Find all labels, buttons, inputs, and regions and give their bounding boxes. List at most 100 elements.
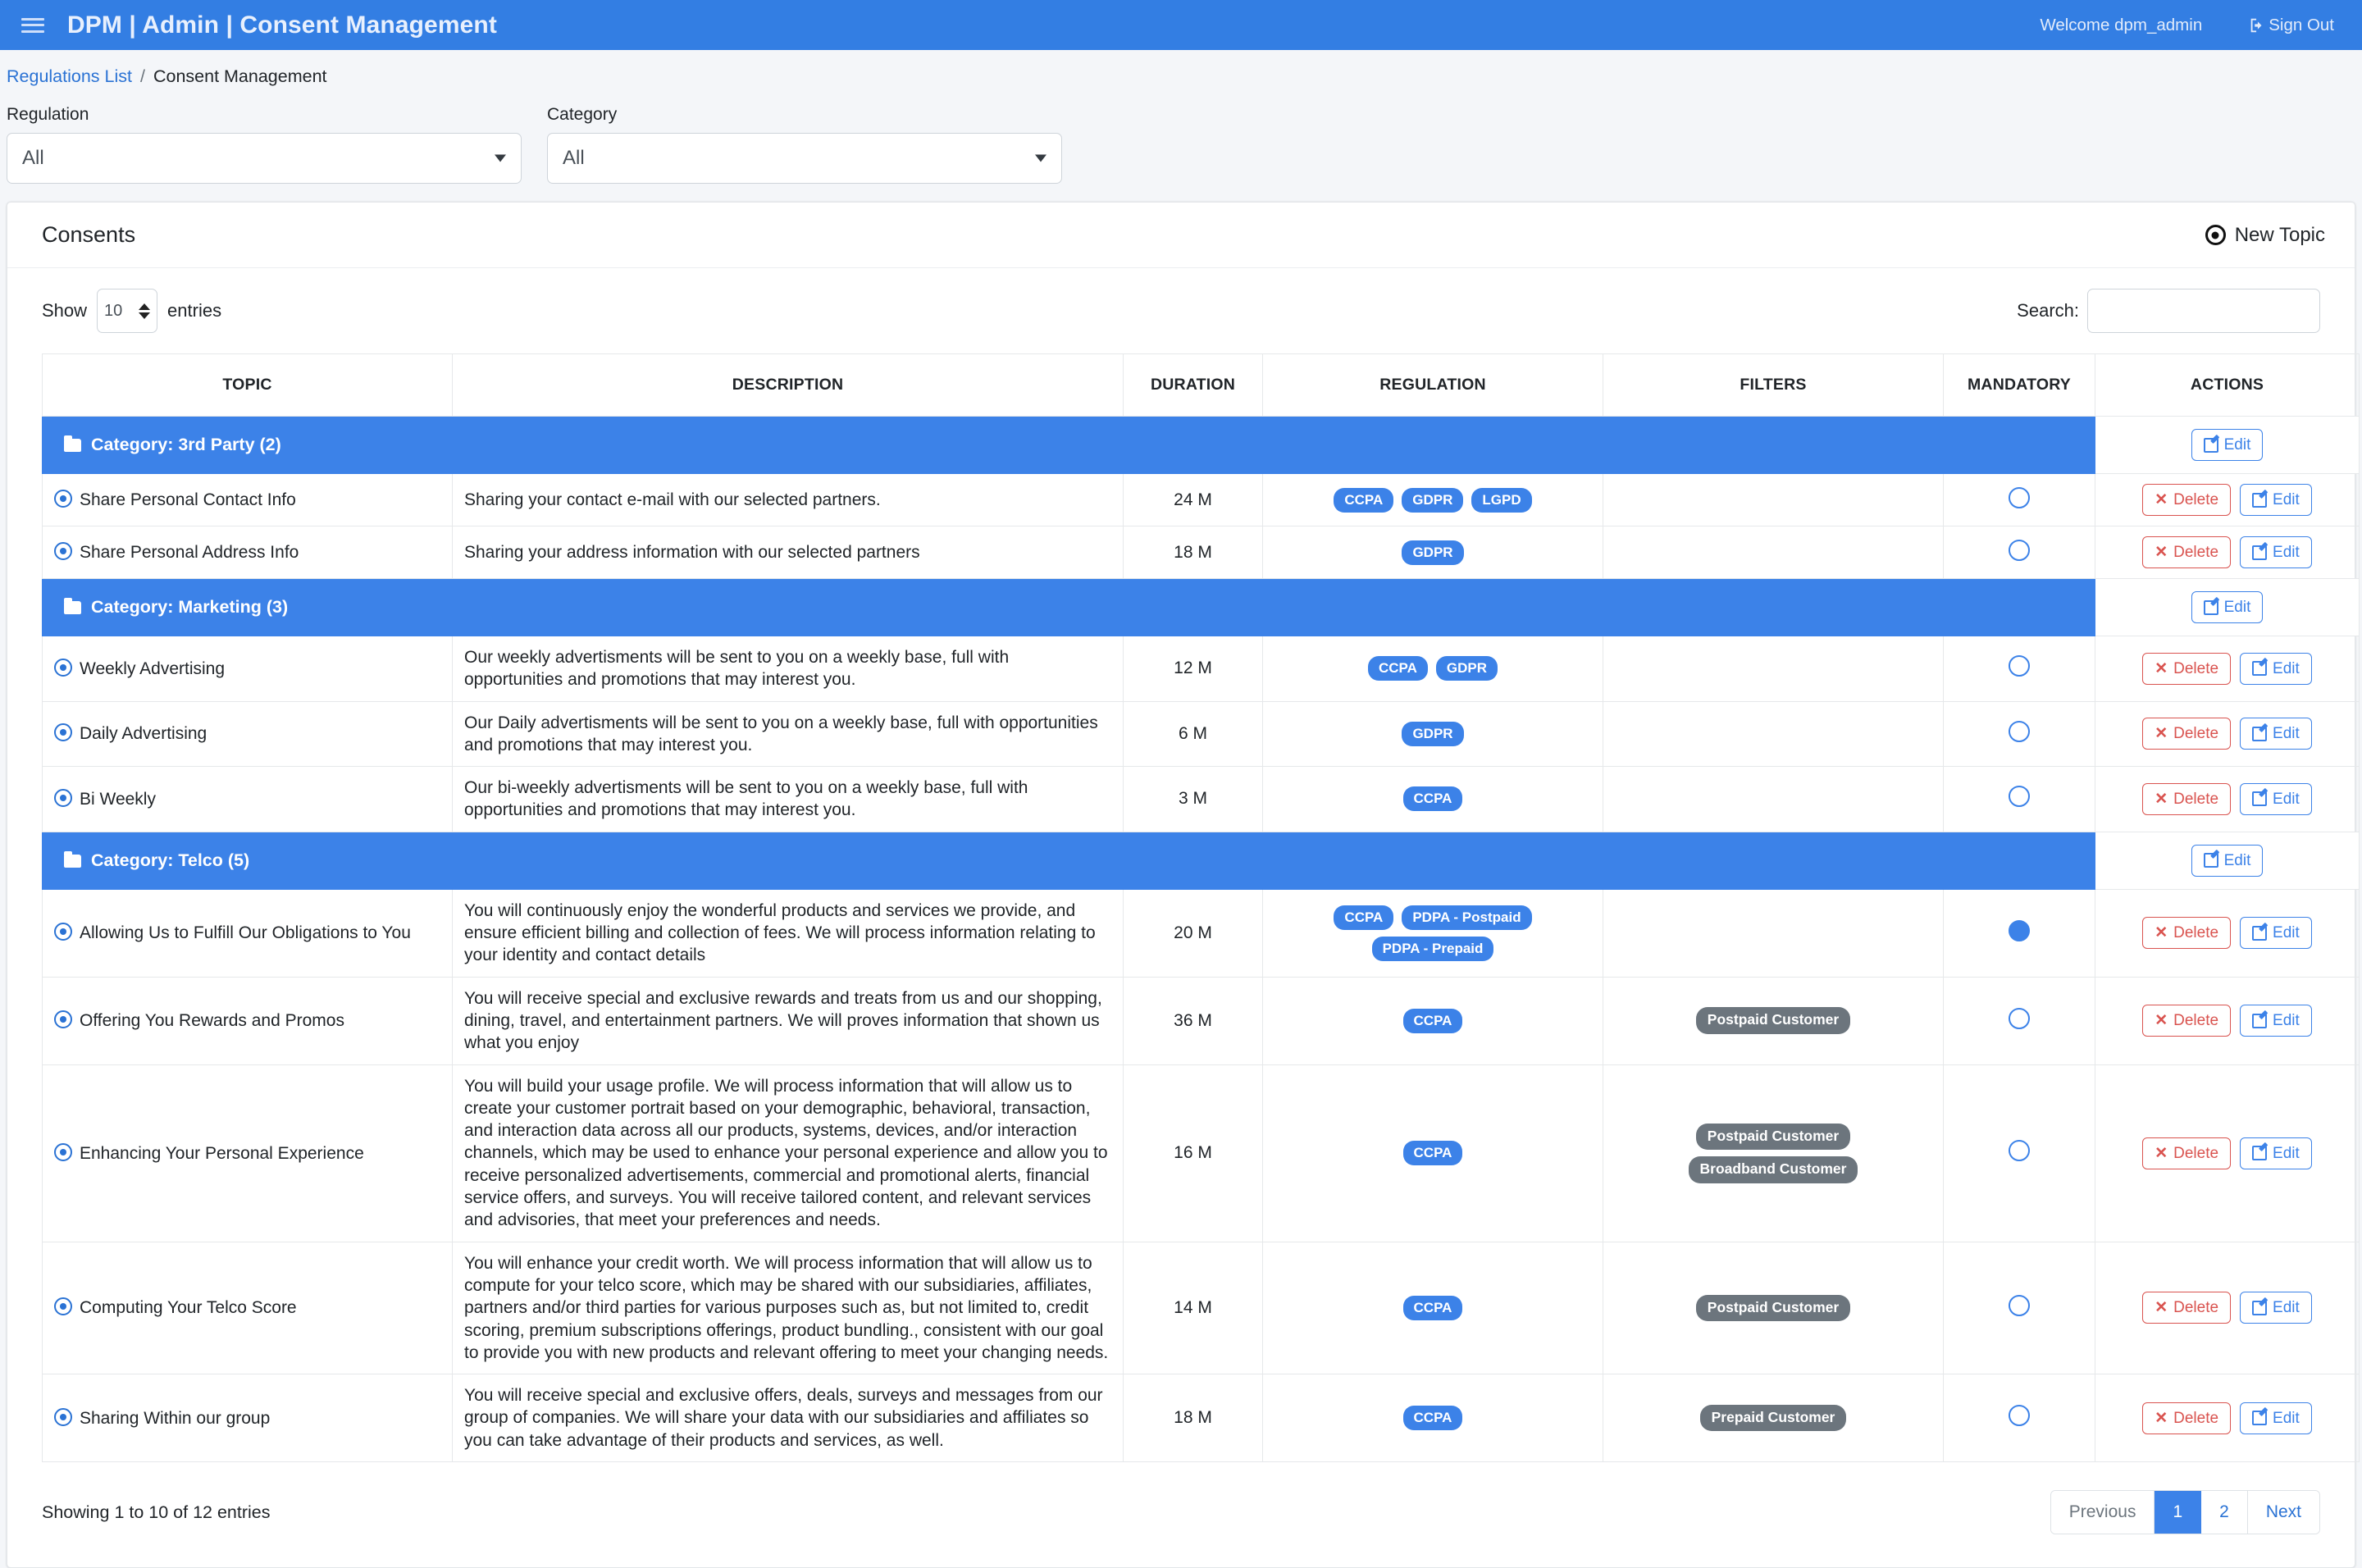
stepper-down-icon[interactable] — [139, 312, 151, 319]
chevron-down-icon — [495, 154, 506, 162]
regulation-badge: CCPA — [1334, 487, 1394, 513]
category-label: Category: 3rd Party (2) — [91, 435, 281, 454]
edit-button[interactable]: Edit — [2191, 429, 2264, 461]
row-actions: ✕ Delete Edit — [2107, 536, 2347, 568]
edit-button[interactable]: Edit — [2240, 1402, 2312, 1434]
topic-bullseye-icon — [54, 788, 72, 807]
mandatory-radio[interactable] — [2009, 720, 2030, 742]
cell-description: Our bi-weekly advertisments will be sent… — [452, 766, 1124, 832]
stepper-up-icon[interactable] — [139, 303, 151, 310]
pagination-next[interactable]: Next — [2247, 1491, 2319, 1534]
table-row: Computing Your Telco Score You will enhan… — [42, 1241, 2360, 1375]
mandatory-radio[interactable] — [2009, 1007, 2030, 1029]
delete-button[interactable]: ✕ Delete — [2142, 1402, 2232, 1434]
regulation-select[interactable]: All — [7, 133, 522, 184]
welcome-text: Welcome dpm_admin — [2040, 15, 2203, 34]
header-duration: DURATION — [1123, 353, 1263, 417]
pagination-previous[interactable]: Previous — [2050, 1491, 2155, 1534]
regulation-badges: CCPA — [1274, 1141, 1591, 1166]
regulation-badges: GDPR — [1274, 540, 1591, 565]
topic-name: Sharing Within our group — [80, 1408, 271, 1428]
entries-per-page-input[interactable]: 10 — [97, 289, 158, 333]
edit-button[interactable]: Edit — [2240, 1005, 2312, 1037]
table-row: Offering You Rewards and Promos You will … — [42, 976, 2360, 1065]
breadcrumb-current: Consent Management — [153, 66, 327, 86]
topic-name: Share Personal Address Info — [80, 543, 299, 562]
cell-duration: 36 M — [1123, 976, 1263, 1065]
delete-button[interactable]: ✕ Delete — [2142, 782, 2232, 815]
search-control: Search: — [2017, 289, 2320, 333]
delete-button[interactable]: ✕ Delete — [2142, 917, 2232, 950]
close-icon: ✕ — [2155, 924, 2168, 942]
edit-label: Edit — [2273, 544, 2300, 561]
close-icon: ✕ — [2155, 1144, 2168, 1162]
sign-out-button[interactable]: Sign Out — [2248, 16, 2334, 35]
show-entries-prefix: Show — [42, 300, 88, 321]
filter-badges: Postpaid Customer Broadband Customer — [1615, 1123, 1931, 1183]
regulation-badge: CCPA — [1402, 1008, 1463, 1033]
cell-mandatory — [1943, 976, 2095, 1065]
delete-button[interactable]: ✕ Delete — [2142, 1292, 2232, 1324]
mandatory-radio[interactable] — [2009, 486, 2030, 508]
cell-filters — [1603, 700, 1944, 768]
delete-button[interactable]: ✕ Delete — [2142, 718, 2232, 750]
folder-icon — [64, 850, 81, 868]
edit-button[interactable]: Edit — [2191, 844, 2264, 877]
edit-label: Edit — [2273, 1299, 2300, 1317]
delete-button[interactable]: ✕ Delete — [2142, 484, 2232, 516]
edit-button[interactable]: Edit — [2191, 591, 2264, 623]
edit-button[interactable]: Edit — [2240, 1292, 2312, 1324]
edit-button[interactable]: Edit — [2240, 484, 2312, 516]
sign-out-label: Sign Out — [2269, 15, 2334, 34]
pagination-page-2[interactable]: 2 — [2201, 1491, 2248, 1534]
category-filter-label: Category — [547, 105, 618, 124]
hamburger-icon[interactable] — [21, 16, 44, 35]
regulation-badges: CCPA PDPA - Postpaid PDPA - Prepaid — [1274, 905, 1591, 961]
mandatory-radio[interactable] — [2009, 539, 2030, 561]
delete-label: Delete — [2173, 924, 2219, 942]
mandatory-radio[interactable] — [2009, 919, 2030, 941]
search-input[interactable] — [2087, 289, 2320, 333]
show-entries-suffix: entries — [167, 300, 222, 321]
delete-button[interactable]: ✕ Delete — [2142, 1005, 2232, 1037]
edit-button[interactable]: Edit — [2240, 1137, 2312, 1169]
close-icon: ✕ — [2155, 491, 2168, 508]
breadcrumb: Regulations List / Consent Management — [0, 50, 2362, 87]
category-select[interactable]: All — [547, 133, 1062, 184]
category-actions: Edit — [2107, 429, 2347, 461]
filter-badges: Postpaid Customer — [1615, 1007, 1931, 1034]
edit-button[interactable]: Edit — [2240, 718, 2312, 750]
header-filters: FILTERS — [1603, 353, 1944, 417]
breadcrumb-regulations-list[interactable]: Regulations List — [7, 66, 132, 87]
top-navbar: DPM | Admin | Consent Management Welcome… — [0, 0, 2362, 50]
pagination-page-1[interactable]: 1 — [2155, 1491, 2202, 1534]
table-row: Bi Weekly Our bi-weekly advertisments wil… — [42, 766, 2360, 832]
edit-button[interactable]: Edit — [2240, 536, 2312, 568]
mandatory-radio[interactable] — [2009, 786, 2030, 808]
delete-button[interactable]: ✕ Delete — [2142, 536, 2232, 568]
delete-label: Delete — [2173, 491, 2219, 508]
mandatory-radio[interactable] — [2009, 655, 2030, 677]
cell-filters — [1603, 888, 1944, 978]
topic-bullseye-icon — [54, 658, 72, 677]
number-stepper[interactable] — [139, 303, 151, 319]
edit-button[interactable]: Edit — [2240, 782, 2312, 815]
mandatory-radio[interactable] — [2009, 1294, 2030, 1316]
pencil-icon — [2252, 791, 2268, 807]
mandatory-radio[interactable] — [2009, 1405, 2030, 1427]
edit-button[interactable]: Edit — [2240, 652, 2312, 685]
cell-description: Our Daily advertisments will be sent to … — [452, 700, 1124, 768]
topic-bullseye-icon — [54, 723, 72, 742]
regulation-badge: PDPA - Postpaid — [1402, 905, 1532, 930]
delete-button[interactable]: ✕ Delete — [2142, 1137, 2232, 1169]
row-actions: ✕ Delete Edit — [2107, 484, 2347, 516]
cell-mandatory — [1943, 1374, 2095, 1463]
edit-label: Edit — [2273, 659, 2300, 677]
delete-button[interactable]: ✕ Delete — [2142, 652, 2232, 685]
edit-label: Edit — [2223, 851, 2251, 869]
new-topic-button[interactable]: New Topic — [2205, 224, 2325, 247]
mandatory-radio[interactable] — [2009, 1140, 2030, 1162]
category-actions-cell: Edit — [2095, 578, 2360, 636]
edit-button[interactable]: Edit — [2240, 917, 2312, 950]
topic-bullseye-icon — [54, 1010, 72, 1029]
